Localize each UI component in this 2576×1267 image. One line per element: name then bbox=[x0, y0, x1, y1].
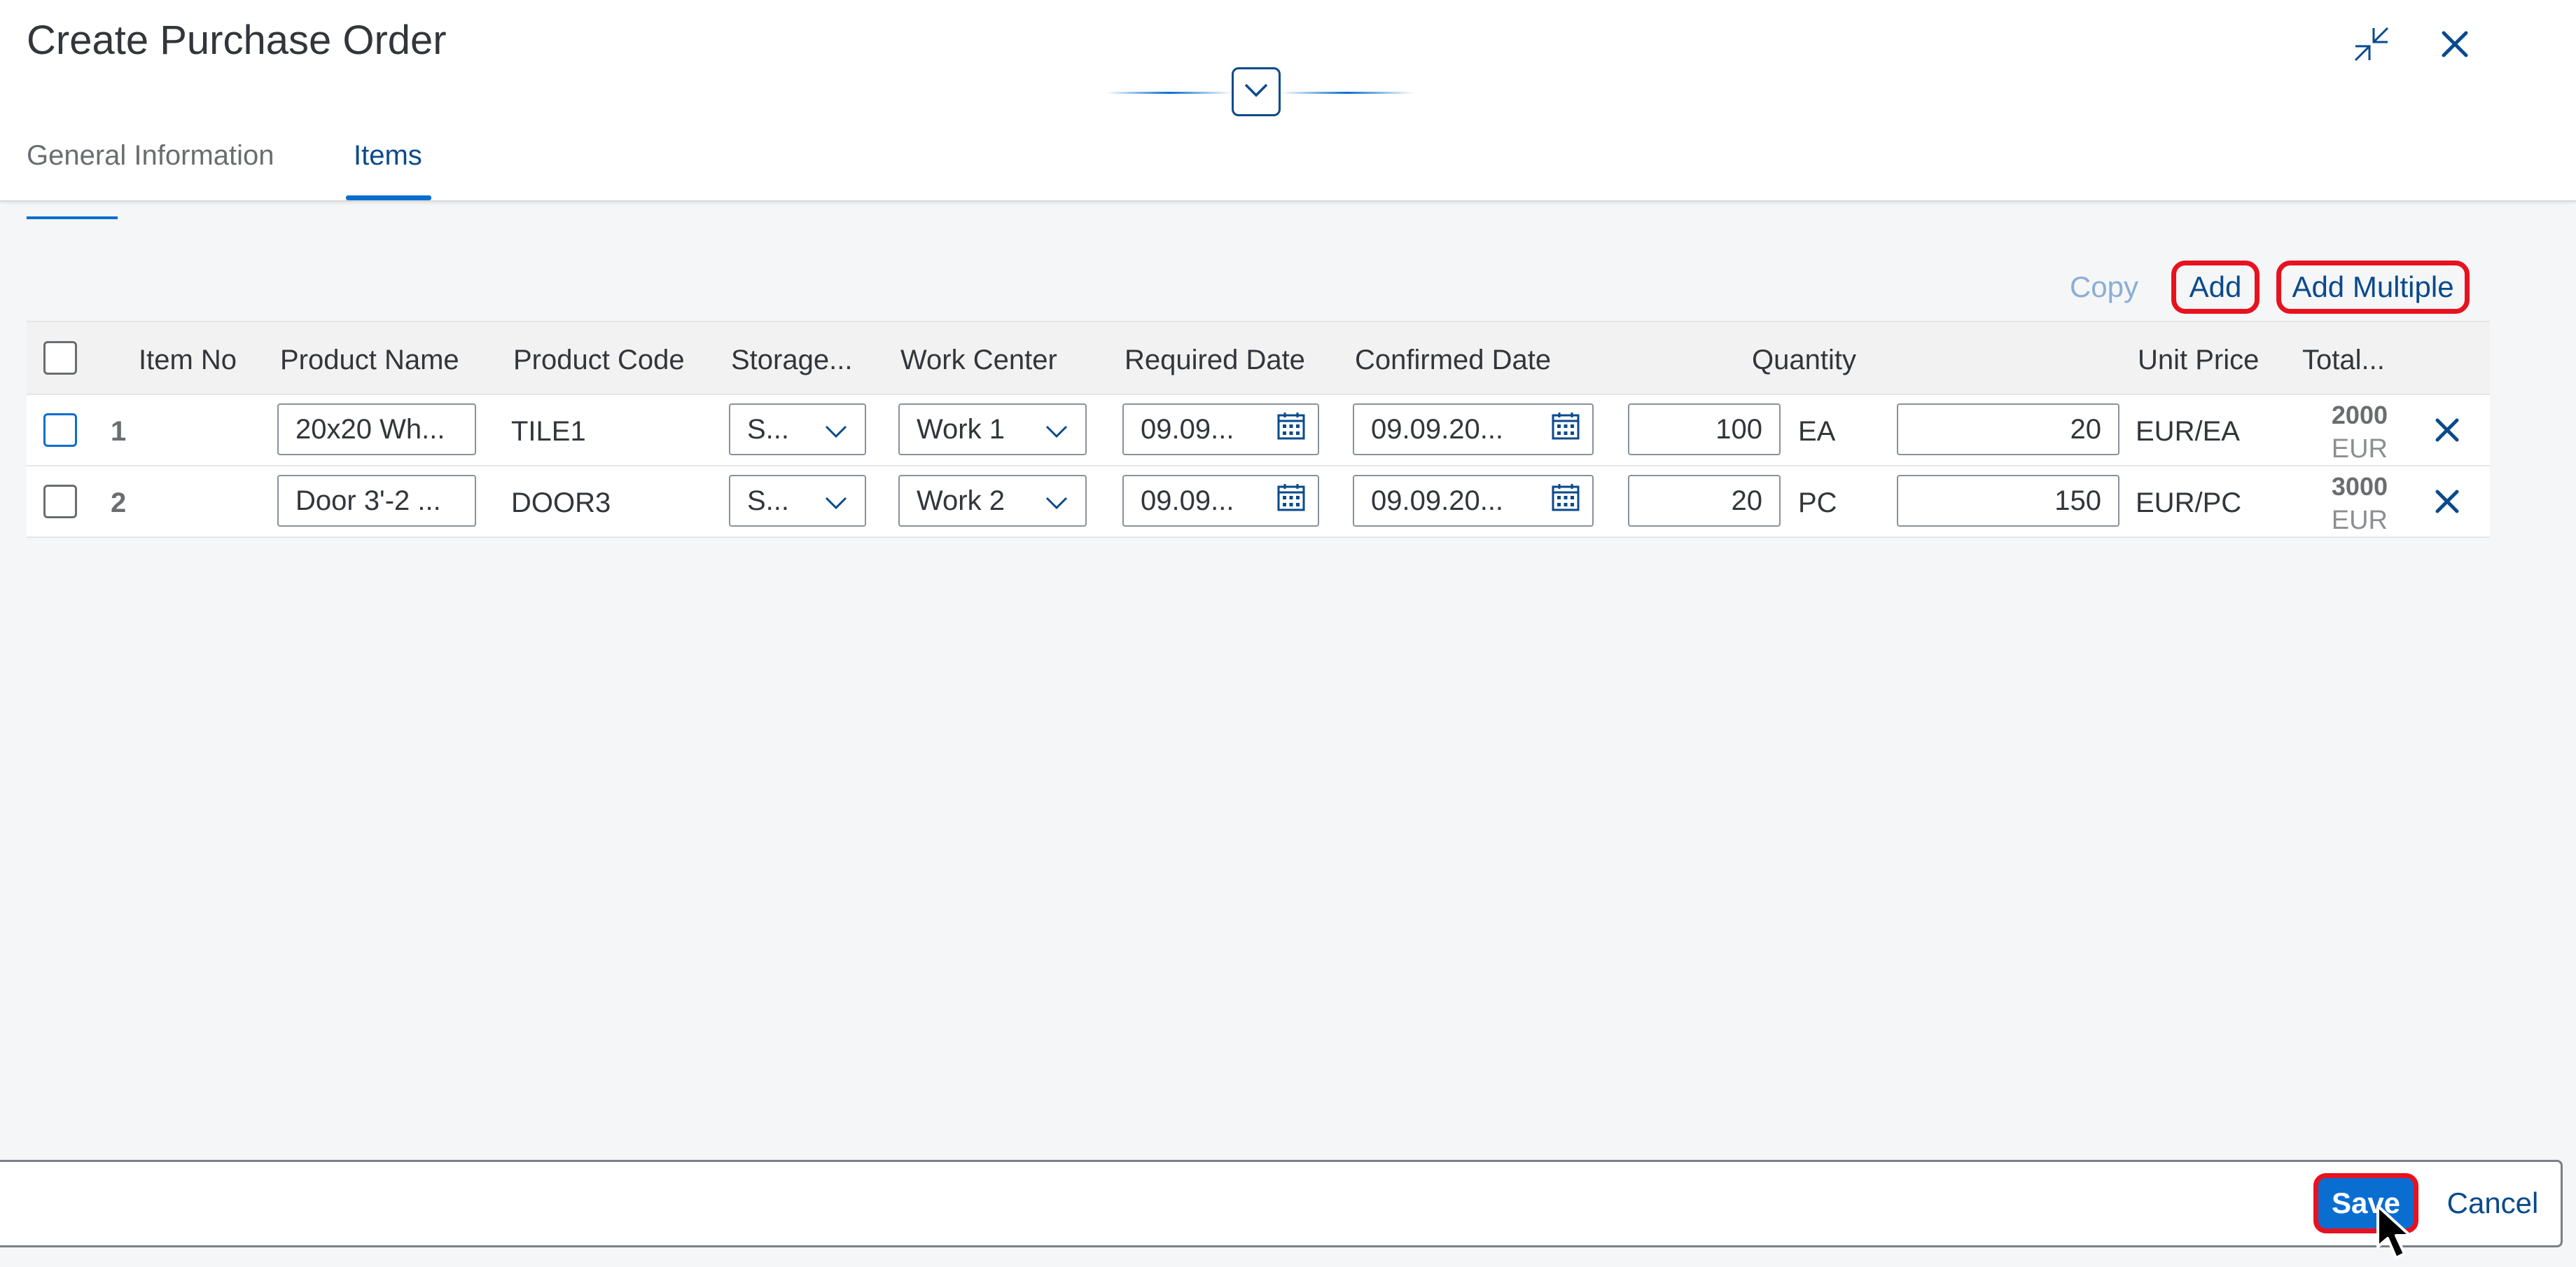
add-multiple-button[interactable]: Add Multiple bbox=[2276, 261, 2470, 314]
product-name-input[interactable]: Door 3'-2 ... bbox=[277, 475, 476, 527]
header-storage: Storage... bbox=[731, 345, 853, 375]
quantity-input[interactable]: 100 bbox=[1628, 403, 1781, 455]
chevron-down-icon bbox=[1045, 485, 1068, 517]
storage-select[interactable]: S... bbox=[729, 475, 866, 527]
tab-items-indicator bbox=[346, 195, 431, 200]
product-code: DOOR3 bbox=[511, 487, 611, 518]
mouse-pointer-icon bbox=[2375, 1203, 2431, 1267]
row-checkbox[interactable] bbox=[43, 413, 77, 447]
storage-value: S... bbox=[747, 413, 790, 445]
product-name-input[interactable]: 20x20 Wh... bbox=[277, 403, 476, 455]
header-unit-price: Unit Price bbox=[2138, 345, 2260, 375]
header-product-code: Product Code bbox=[513, 345, 685, 375]
select-all-checkbox[interactable] bbox=[43, 341, 77, 375]
dialog-header: Create Purchase Order General Informatio… bbox=[0, 0, 2576, 202]
calendar-icon[interactable] bbox=[1550, 482, 1581, 520]
tab-items[interactable]: Items bbox=[354, 140, 422, 172]
work-center-value: Work 1 bbox=[917, 413, 1005, 445]
header-total: Total... bbox=[2302, 345, 2385, 375]
required-date-value: 09.09... bbox=[1141, 413, 1234, 445]
storage-value: S... bbox=[747, 485, 790, 516]
total-currency: EUR bbox=[2331, 506, 2388, 535]
quantity-input[interactable]: 20 bbox=[1628, 475, 1781, 527]
delete-row-icon[interactable] bbox=[2426, 480, 2468, 522]
work-center-select[interactable]: Work 2 bbox=[898, 475, 1087, 527]
storage-select[interactable]: S... bbox=[729, 403, 866, 455]
page-title: Create Purchase Order bbox=[27, 18, 447, 63]
table-row: 1 20x20 Wh... TILE1 S... Work 1 09.09...… bbox=[27, 395, 2490, 466]
calendar-icon[interactable] bbox=[1276, 410, 1307, 448]
unit-price: EUR/PC bbox=[2136, 487, 2242, 518]
header-quantity: Quantity bbox=[1752, 345, 1856, 375]
required-date-value: 09.09... bbox=[1141, 485, 1234, 516]
confirmed-date-input[interactable]: 09.09.20... bbox=[1353, 475, 1594, 527]
work-center-select[interactable]: Work 1 bbox=[898, 403, 1087, 455]
header-work-center: Work Center bbox=[900, 345, 1057, 375]
header-required-date: Required Date bbox=[1125, 345, 1305, 375]
unit-price: EUR/EA bbox=[2136, 416, 2240, 447]
chevron-down-icon bbox=[824, 485, 848, 517]
section-indicator bbox=[27, 216, 118, 219]
price-input[interactable]: 20 bbox=[1897, 403, 2119, 455]
confirmed-date-input[interactable]: 09.09.20... bbox=[1353, 403, 1594, 455]
total-currency: EUR bbox=[2331, 434, 2388, 464]
header-confirmed-date: Confirmed Date bbox=[1355, 345, 1552, 375]
uom: EA bbox=[1798, 416, 1836, 447]
chevron-down-icon bbox=[1244, 83, 1269, 102]
header-item-no: Item No bbox=[139, 345, 237, 375]
cancel-button[interactable]: Cancel bbox=[2437, 1173, 2549, 1233]
row-checkbox[interactable] bbox=[43, 485, 77, 518]
tab-general-information[interactable]: General Information bbox=[27, 140, 274, 172]
calendar-icon[interactable] bbox=[1550, 410, 1581, 448]
table-row: 2 Door 3'-2 ... DOOR3 S... Work 2 09.09.… bbox=[27, 466, 2490, 538]
work-center-value: Work 2 bbox=[917, 485, 1005, 516]
header-separator-right bbox=[1281, 92, 1414, 94]
confirmed-date-value: 09.09.20... bbox=[1371, 485, 1504, 516]
uom: PC bbox=[1798, 487, 1837, 518]
copy-button[interactable]: Copy bbox=[2055, 261, 2153, 314]
table-header: Item No Product Name Product Code Storag… bbox=[27, 321, 2490, 395]
calendar-icon[interactable] bbox=[1276, 482, 1307, 520]
exit-fullscreen-icon[interactable] bbox=[2347, 20, 2396, 69]
add-button[interactable]: Add bbox=[2171, 261, 2260, 314]
close-icon[interactable] bbox=[2430, 20, 2479, 69]
collapse-header-button[interactable] bbox=[1232, 67, 1281, 116]
required-date-input[interactable]: 09.09... bbox=[1122, 403, 1319, 455]
price-input[interactable]: 150 bbox=[1897, 475, 2119, 527]
item-no: 2 bbox=[111, 487, 127, 518]
confirmed-date-value: 09.09.20... bbox=[1371, 413, 1504, 445]
chevron-down-icon bbox=[824, 414, 848, 445]
total-value: 3000 bbox=[2331, 472, 2388, 501]
header-separator-left bbox=[1106, 92, 1232, 94]
required-date-input[interactable]: 09.09... bbox=[1122, 475, 1319, 527]
item-no: 1 bbox=[111, 416, 127, 447]
header-product-name: Product Name bbox=[280, 345, 459, 375]
chevron-down-icon bbox=[1045, 414, 1068, 445]
dialog-footer bbox=[0, 1160, 2563, 1247]
items-table: Item No Product Name Product Code Storag… bbox=[27, 321, 2490, 538]
total-value: 2000 bbox=[2331, 401, 2388, 429]
delete-row-icon[interactable] bbox=[2426, 409, 2468, 451]
product-code: TILE1 bbox=[511, 416, 586, 447]
